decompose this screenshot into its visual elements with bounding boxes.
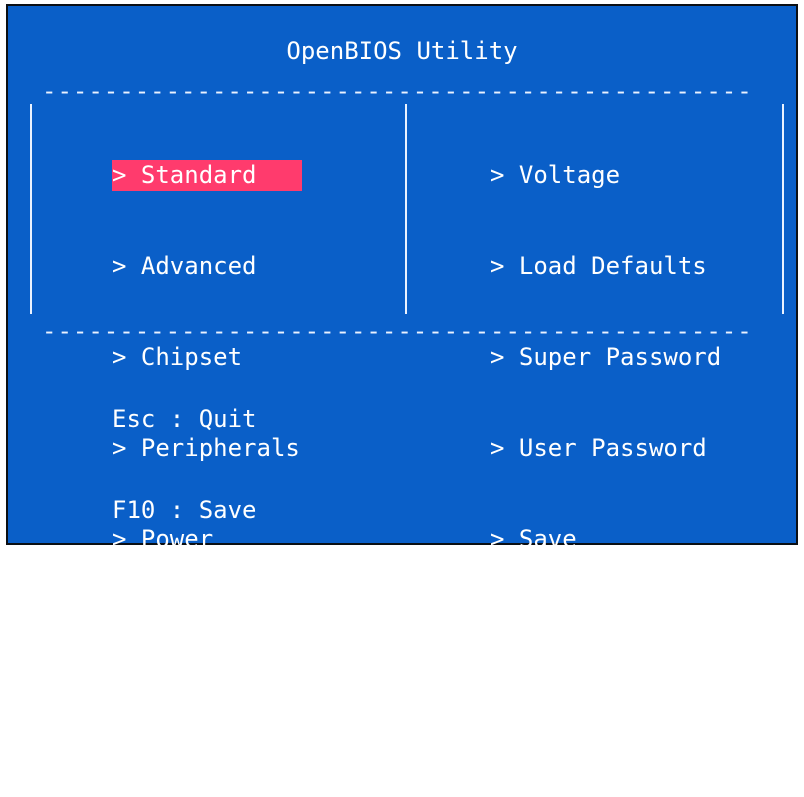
menu-item-user-password[interactable]: > User Password	[490, 433, 721, 464]
menu-item-exit[interactable]: > Exit	[490, 615, 721, 646]
hint-arrows-move: ↓ ↑ ← → : Move	[112, 587, 315, 615]
page-title: OpenBIOS Utility	[286, 37, 518, 65]
center-border	[405, 104, 407, 314]
hint-f10-save: F10 : Save	[112, 496, 257, 524]
left-border	[30, 104, 32, 314]
hint-enter-select: Enter : Select	[112, 678, 315, 706]
divider-bottom: ----------------------------------------…	[42, 317, 753, 345]
bios-screen: OpenBIOS Utility -----------------------…	[6, 4, 798, 735]
hint-esc-quit: Esc : Quit	[112, 405, 257, 433]
help-panel: Esc : Quit F10 : Save ↓ ↑ ← → : Move Ent…	[112, 344, 314, 768]
menu-item-load-defaults[interactable]: > Load Defaults	[490, 251, 721, 282]
menu-item-standard[interactable]: > Standard	[112, 160, 302, 191]
menu-item-advanced[interactable]: > Advanced	[112, 251, 302, 282]
menu-item-save[interactable]: > Save	[490, 524, 721, 555]
menu-item-super-password[interactable]: > Super Password	[490, 342, 721, 373]
right-border	[782, 104, 784, 314]
menu-item-voltage[interactable]: > Voltage	[490, 160, 721, 191]
